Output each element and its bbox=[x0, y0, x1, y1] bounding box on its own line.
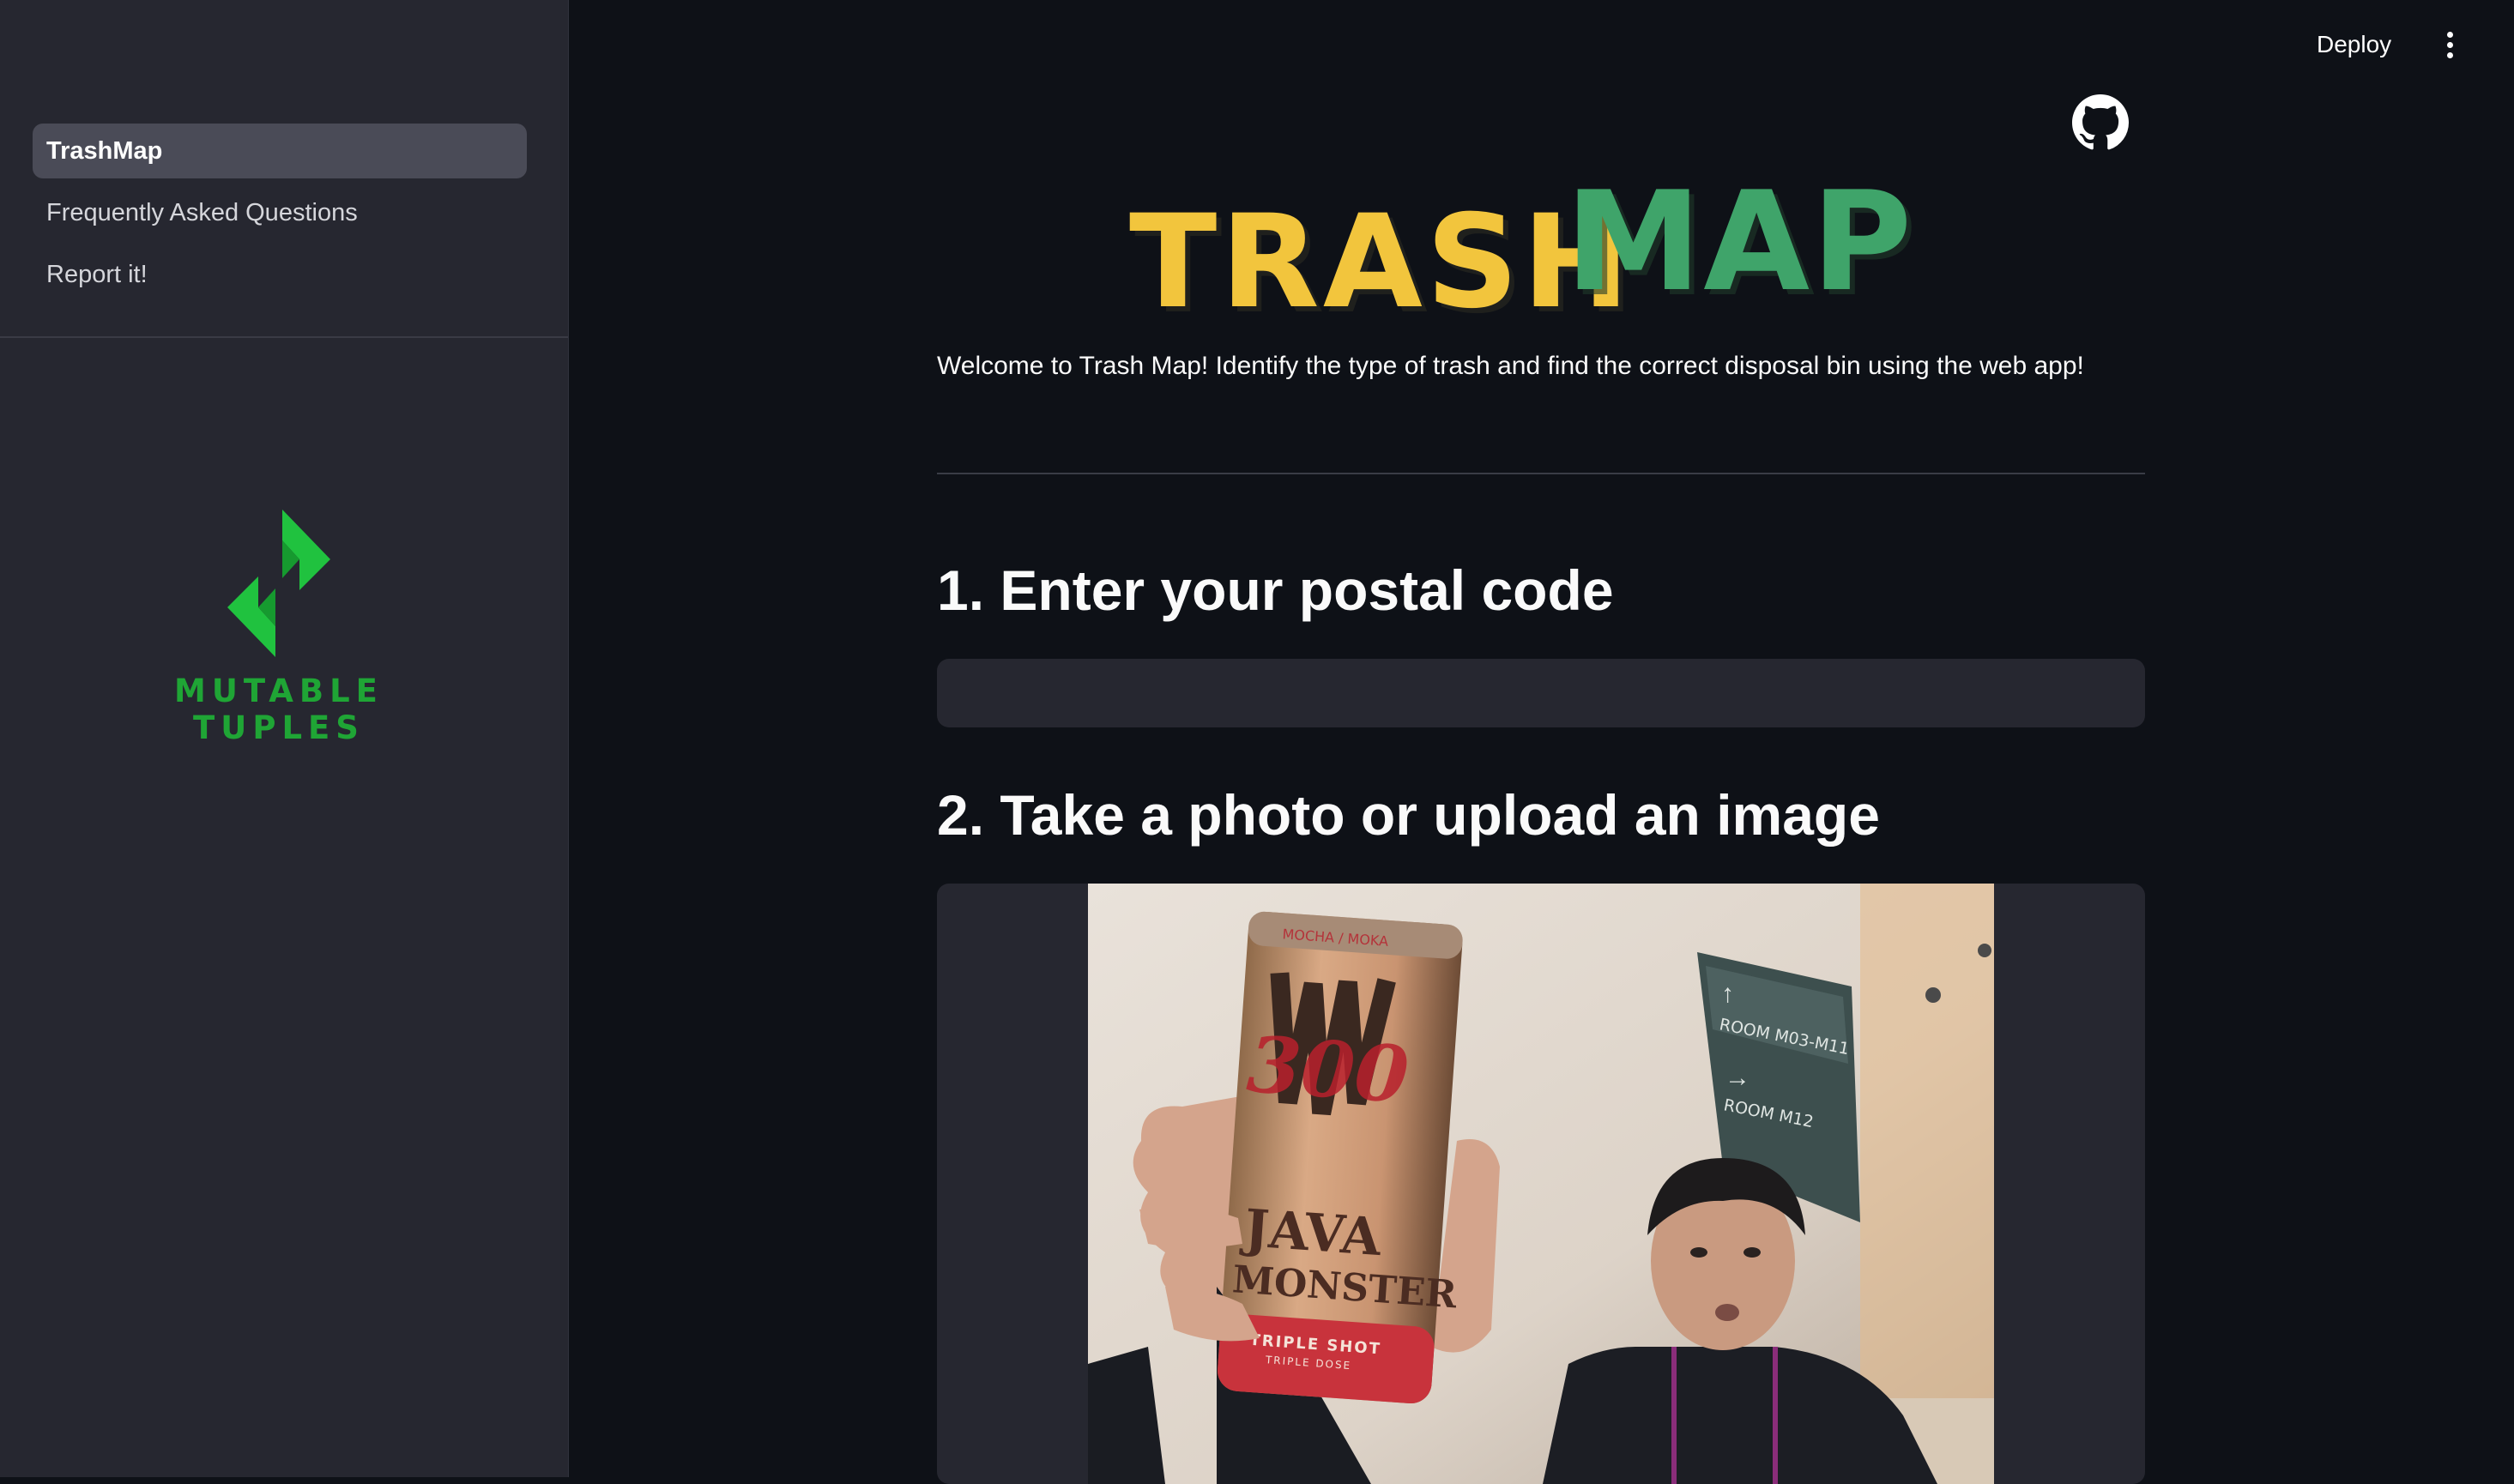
arrow-right-icon: → bbox=[1725, 1064, 1750, 1092]
can-brand-text: JAVA bbox=[1238, 1198, 1384, 1268]
logo-mark-icon bbox=[227, 510, 330, 657]
title-trash-text: TRASH bbox=[1129, 188, 1633, 322]
sidebar-nav: TrashMap Frequently Asked Questions Repo… bbox=[0, 0, 568, 338]
can-number-text: 300 bbox=[1244, 1019, 1411, 1121]
camera-preview-image: ROOM M03-M11 ROOM M12 ↑ → MOCHA / MOKA 3… bbox=[1088, 884, 1994, 1484]
sidebar-item-report[interactable]: Report it! bbox=[33, 247, 527, 302]
divider bbox=[937, 473, 2145, 474]
welcome-text: Welcome to Trash Map! Identify the type … bbox=[937, 352, 2084, 380]
deploy-button[interactable]: Deploy bbox=[2317, 26, 2391, 63]
postal-code-heading: 1. Enter your postal code bbox=[937, 558, 1614, 622]
postal-code-input[interactable] bbox=[937, 659, 2145, 727]
github-icon[interactable] bbox=[2072, 94, 2129, 151]
sidebar-item-label: Frequently Asked Questions bbox=[46, 198, 358, 226]
sidebar: TrashMap Frequently Asked Questions Repo… bbox=[0, 0, 569, 1477]
camera-input[interactable]: ROOM M03-M11 ROOM M12 ↑ → MOCHA / MOKA 3… bbox=[937, 884, 2145, 1484]
sidebar-item-faq[interactable]: Frequently Asked Questions bbox=[33, 185, 527, 240]
arrow-up-icon: ↑ bbox=[1721, 980, 1734, 1008]
photo-upload-heading: 2. Take a photo or upload an image bbox=[937, 783, 1880, 847]
mutable-tuples-logo: MUTABLE TUPLES bbox=[86, 506, 472, 746]
sidebar-item-label: Report it! bbox=[46, 260, 148, 288]
title-map-text: MAP! bbox=[1565, 161, 1931, 322]
logo-text: MUTABLE TUPLES bbox=[174, 673, 384, 746]
trashmap-title-logo: TRASH TRASH MAP! MAP! bbox=[1124, 107, 1981, 342]
sidebar-item-label: TrashMap bbox=[46, 136, 163, 165]
sidebar-item-trashmap[interactable]: TrashMap bbox=[33, 124, 527, 178]
kebab-menu-icon[interactable] bbox=[2435, 26, 2464, 63]
